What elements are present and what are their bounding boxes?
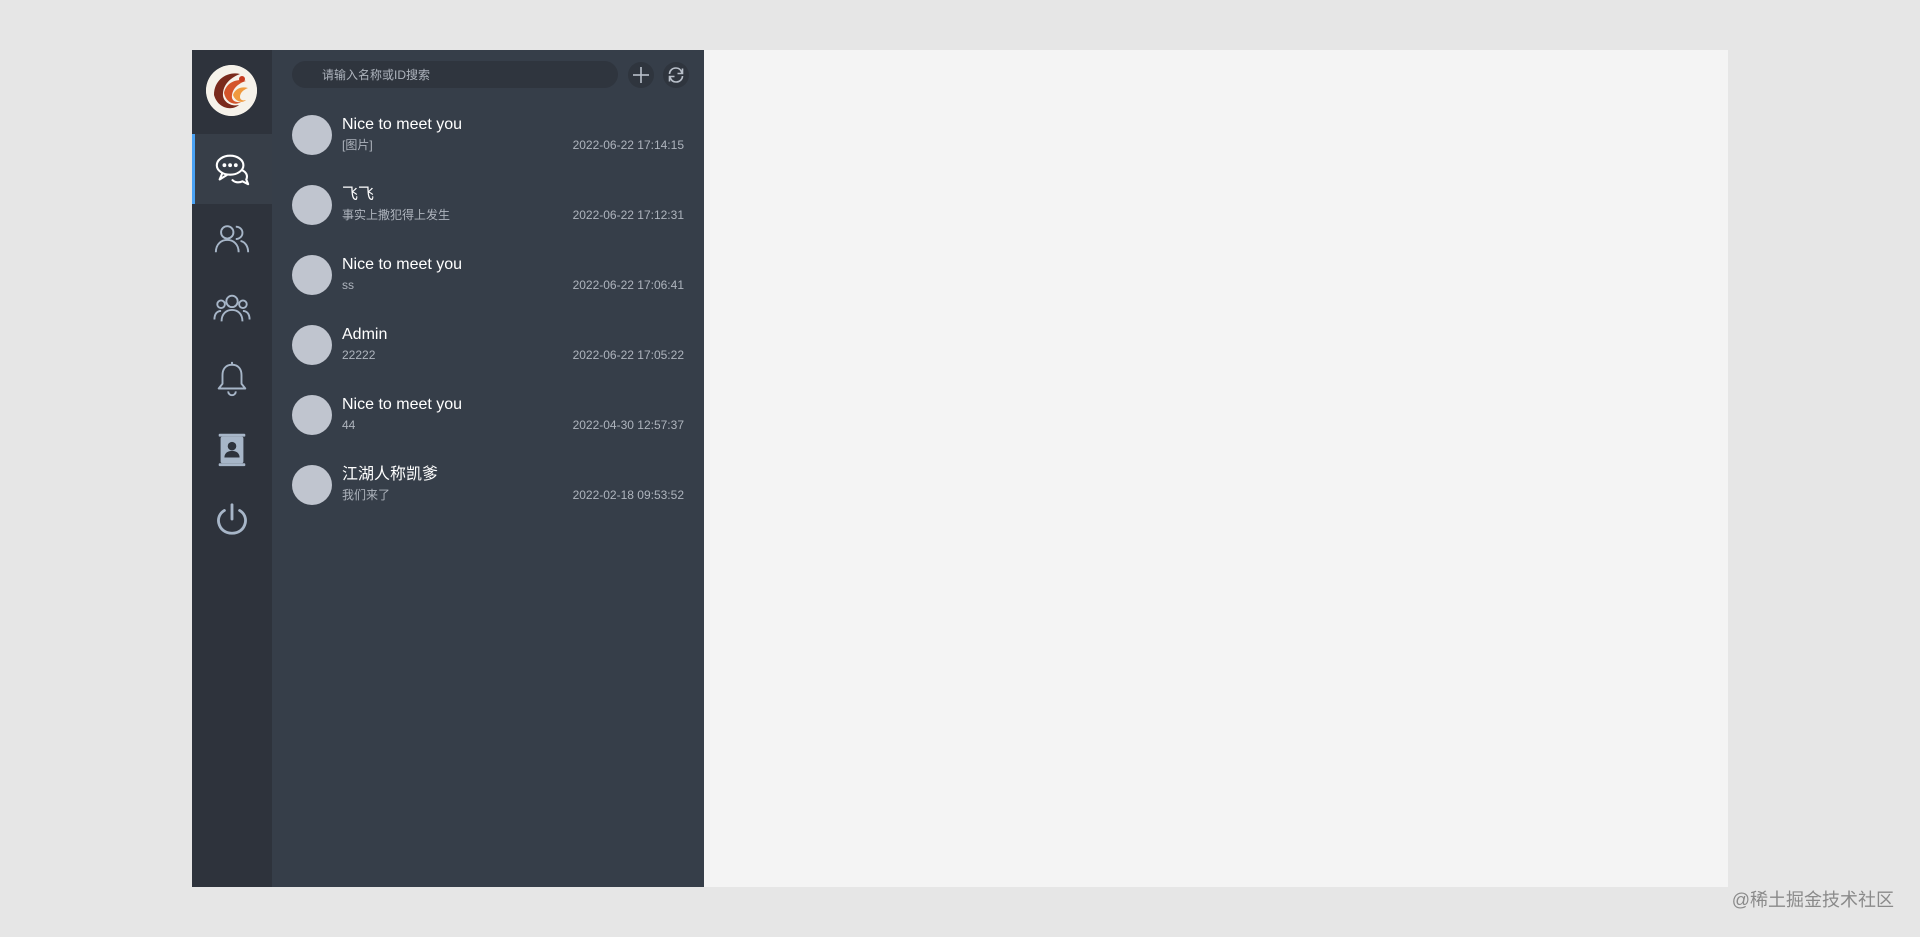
- session-name: Nice to meet you: [342, 116, 463, 133]
- session-last-message: 22222: [342, 348, 376, 362]
- avatar: [292, 115, 332, 155]
- session-list: Nice to meet you [图片] 2022-06-22 17:14:1…: [272, 100, 704, 520]
- avatar: [292, 255, 332, 295]
- search-input[interactable]: [292, 60, 618, 89]
- session-list-panel: Nice to meet you [图片] 2022-06-22 17:14:1…: [272, 50, 704, 887]
- nav-logout[interactable]: [192, 484, 272, 554]
- chat-bubbles-icon: [215, 154, 250, 186]
- session-item[interactable]: Nice to meet you 44 2022-04-30 12:57:37: [272, 380, 704, 450]
- app-logo[interactable]: [206, 65, 257, 116]
- session-time: 2022-02-18 09:53:52: [572, 488, 684, 502]
- nav-notifications[interactable]: [192, 344, 272, 414]
- chat-main-area: [704, 50, 1728, 887]
- session-name: 江湖人称凯爹: [342, 466, 439, 483]
- session-name: Nice to meet you: [342, 256, 463, 273]
- power-icon: [217, 503, 247, 535]
- contact-card-icon: [218, 433, 246, 467]
- session-time: 2022-06-22 17:05:22: [572, 348, 684, 362]
- avatar: [292, 395, 332, 435]
- session-last-message: [图片]: [342, 138, 373, 152]
- avatar: [292, 465, 332, 505]
- refresh-button[interactable]: [663, 62, 689, 88]
- avatar: [292, 325, 332, 365]
- session-last-message: 事实上撒犯得上发生: [342, 208, 451, 222]
- nav-profile[interactable]: [192, 414, 272, 484]
- nav-friends[interactable]: [192, 204, 272, 274]
- search-box: [292, 60, 618, 89]
- chat-app-window: Nice to meet you [图片] 2022-06-22 17:14:1…: [192, 50, 1728, 887]
- session-time: 2022-06-22 17:14:15: [572, 138, 684, 152]
- nav-rail: [192, 50, 272, 887]
- logo-emblem-icon: [206, 65, 257, 116]
- session-last-message: 我们来了: [342, 488, 391, 502]
- session-item[interactable]: Nice to meet you ss 2022-06-22 17:06:41: [272, 240, 704, 310]
- group-icon: [213, 294, 251, 322]
- session-item[interactable]: 飞飞 事实上撒犯得上发生 2022-06-22 17:12:31: [272, 170, 704, 240]
- session-name: 飞飞: [342, 186, 375, 203]
- session-item[interactable]: Nice to meet you [图片] 2022-06-22 17:14:1…: [272, 100, 704, 170]
- session-name: Admin: [342, 326, 388, 343]
- session-item[interactable]: 江湖人称凯爹 我们来了 2022-02-18 09:53:52: [272, 450, 704, 520]
- plus-icon: [633, 67, 649, 83]
- nav-groups[interactable]: [192, 274, 272, 344]
- refresh-icon: [668, 67, 684, 83]
- users-icon: [214, 225, 250, 253]
- avatar: [292, 185, 332, 225]
- watermark: @稀土掘金技术社区: [1731, 890, 1894, 910]
- bell-icon: [217, 361, 247, 397]
- session-last-message: ss: [342, 278, 354, 292]
- session-time: 2022-06-22 17:06:41: [572, 278, 684, 292]
- nav-messages[interactable]: [192, 134, 272, 204]
- session-item[interactable]: Admin 22222 2022-06-22 17:05:22: [272, 310, 704, 380]
- session-time: 2022-06-22 17:12:31: [572, 208, 684, 222]
- session-time: 2022-04-30 12:57:37: [572, 418, 684, 432]
- session-name: Nice to meet you: [342, 396, 463, 413]
- add-button[interactable]: [628, 62, 654, 88]
- session-last-message: 44: [342, 418, 356, 432]
